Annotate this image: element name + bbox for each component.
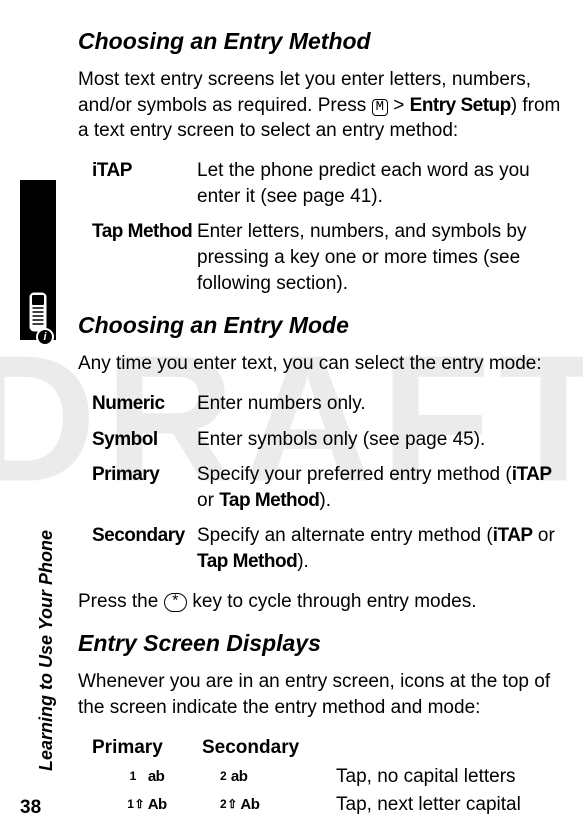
section-side-label: Learning to Use Your Phone bbox=[36, 530, 57, 771]
table-row: 1⇧ Ab 2⇧ Ab Tap, next letter capital bbox=[92, 792, 561, 818]
primary-code-icon: 1⇧ Ab bbox=[92, 795, 202, 815]
star-key-icon: * bbox=[164, 593, 188, 613]
menu-key-icon: M bbox=[372, 99, 388, 116]
def-desc: Specify an alternate entry method (iTAP … bbox=[197, 523, 561, 574]
def-row: Tap Method Enter letters, numbers, and s… bbox=[92, 219, 561, 296]
table-header-row: Primary Secondary bbox=[92, 735, 561, 761]
para-screen-displays-intro: Whenever you are in an entry screen, ico… bbox=[78, 669, 561, 720]
def-desc: Let the phone predict each word as you e… bbox=[197, 158, 561, 209]
def-desc: Enter numbers only. bbox=[197, 391, 561, 417]
heading-screen-displays: Entry Screen Displays bbox=[78, 628, 561, 659]
display-icons-table: Primary Secondary 1 ab 2 ab Tap, no capi… bbox=[92, 735, 561, 818]
def-term: Numeric bbox=[92, 391, 197, 417]
col-secondary-header: Secondary bbox=[202, 735, 332, 761]
heading-entry-method: Choosing an Entry Method bbox=[78, 26, 561, 57]
left-margin-bar: i Learning to Use Your Phone bbox=[20, 180, 56, 800]
def-row: iTAP Let the phone predict each word as … bbox=[92, 158, 561, 209]
def-desc: Enter letters, numbers, and symbols by p… bbox=[197, 219, 561, 296]
def-row: Secondary Specify an alternate entry met… bbox=[92, 523, 561, 574]
def-term: Tap Method bbox=[92, 219, 197, 245]
def-desc: Enter symbols only (see page 45). bbox=[197, 427, 561, 453]
para-cycle-modes: Press the * key to cycle through entry m… bbox=[78, 589, 561, 615]
page-number: 38 bbox=[20, 797, 41, 819]
def-term: Secondary bbox=[92, 523, 197, 549]
entry-mode-definitions: Numeric Enter numbers only. Symbol Enter… bbox=[92, 391, 561, 575]
phone-icon bbox=[27, 292, 49, 332]
shift-icon: ⇧ bbox=[227, 797, 237, 811]
page-content: Choosing an Entry Method Most text entry… bbox=[78, 0, 561, 818]
phone-info-badge: i bbox=[20, 180, 56, 340]
def-row: Numeric Enter numbers only. bbox=[92, 391, 561, 417]
entry-method-definitions: iTAP Let the phone predict each word as … bbox=[92, 158, 561, 296]
para-entry-mode-intro: Any time you enter text, you can select … bbox=[78, 351, 561, 377]
def-desc: Specify your preferred entry method (iTA… bbox=[197, 462, 561, 513]
entry-setup-label: Entry Setup bbox=[410, 95, 511, 116]
def-term: Primary bbox=[92, 462, 197, 488]
shift-icon: ⇧ bbox=[134, 797, 144, 811]
para-entry-method-intro: Most text entry screens let you enter le… bbox=[78, 67, 561, 144]
display-desc: Tap, no capital letters bbox=[332, 764, 561, 790]
col-primary-header: Primary bbox=[92, 735, 202, 761]
secondary-code-icon: 2 ab bbox=[202, 767, 332, 787]
primary-code-icon: 1 ab bbox=[92, 767, 202, 787]
def-term: iTAP bbox=[92, 158, 197, 184]
heading-entry-mode: Choosing an Entry Mode bbox=[78, 310, 561, 341]
table-row: 1 ab 2 ab Tap, no capital letters bbox=[92, 764, 561, 790]
secondary-code-icon: 2⇧ Ab bbox=[202, 795, 332, 815]
def-term: Symbol bbox=[92, 427, 197, 453]
def-row: Primary Specify your preferred entry met… bbox=[92, 462, 561, 513]
def-row: Symbol Enter symbols only (see page 45). bbox=[92, 427, 561, 453]
display-desc: Tap, next letter capital bbox=[332, 792, 561, 818]
